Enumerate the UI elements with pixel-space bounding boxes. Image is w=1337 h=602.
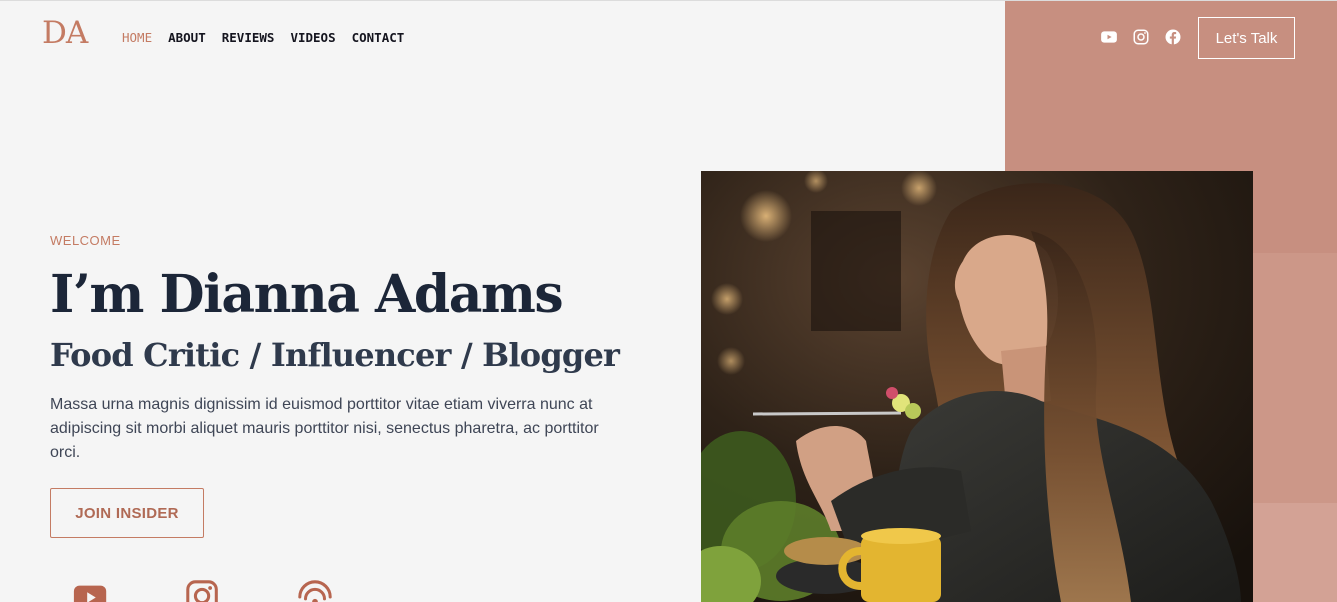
join-insider-button[interactable]: JOIN INSIDER (50, 488, 204, 538)
accent-block-bottom (1253, 503, 1337, 602)
accent-block-middle (1253, 253, 1337, 503)
youtube-icon[interactable] (72, 578, 110, 602)
hero-subtitle: Food Critic / Influencer / Blogger (50, 336, 620, 374)
woman-eating-photo (701, 171, 1253, 602)
youtube-icon[interactable] (1100, 28, 1118, 46)
nav-reviews[interactable]: REVIEWS (222, 30, 275, 45)
hero-title: I’m Dianna Adams (50, 264, 564, 325)
hero-social-links (72, 578, 334, 602)
hero-eyebrow: WELCOME (50, 233, 121, 248)
podcast-icon[interactable] (296, 578, 334, 602)
logo[interactable]: DA (42, 18, 88, 49)
header-social-links (1100, 28, 1182, 46)
nav-videos[interactable]: VIDEOS (290, 30, 335, 45)
main-nav: HOME ABOUT REVIEWS VIDEOS CONTACT (122, 30, 404, 45)
hero-description: Massa urna magnis dignissim id euismod p… (50, 396, 599, 461)
nav-about[interactable]: ABOUT (168, 30, 206, 45)
nav-contact[interactable]: CONTACT (352, 30, 405, 45)
instagram-icon[interactable] (184, 578, 222, 602)
nav-home[interactable]: HOME (122, 30, 152, 45)
facebook-icon[interactable] (1164, 28, 1182, 46)
lets-talk-button[interactable]: Let's Talk (1198, 17, 1295, 59)
photo-illustration (701, 171, 1253, 602)
instagram-icon[interactable] (1132, 28, 1150, 46)
